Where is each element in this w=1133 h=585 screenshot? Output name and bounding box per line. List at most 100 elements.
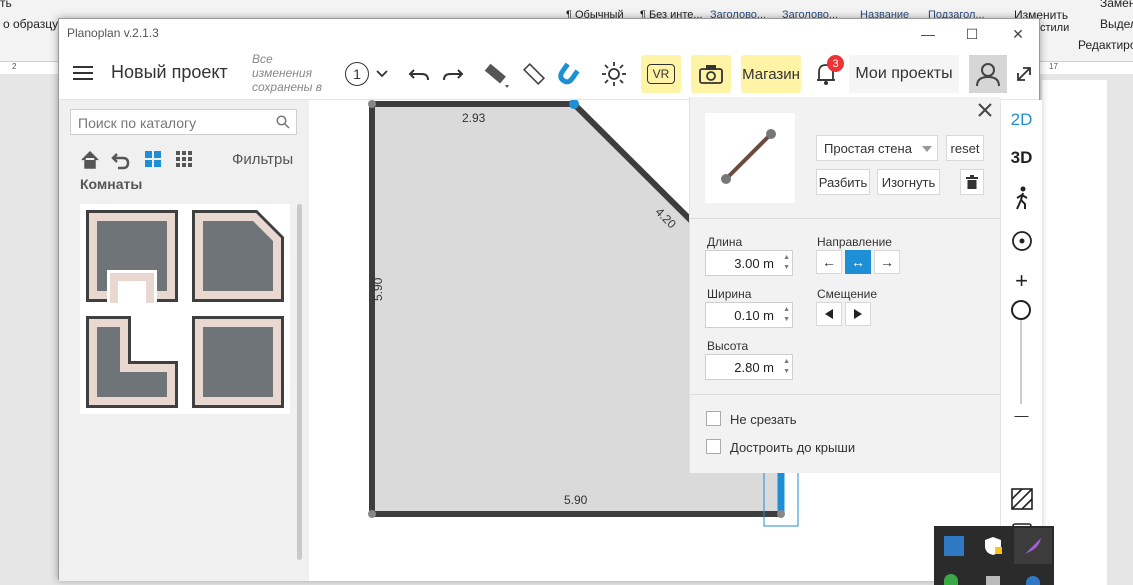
build-to-roof-checkbox[interactable]: [706, 439, 721, 454]
bend-button[interactable]: Изогнуть: [877, 169, 940, 195]
zoom-in-button[interactable]: +: [1001, 268, 1042, 293]
view-2d-button[interactable]: 2D: [1001, 108, 1042, 132]
title-bar: Planoplan v.2.1.3 — ☐ ✕: [59, 19, 1039, 49]
vr-button[interactable]: VR: [641, 55, 681, 93]
tray-icon[interactable]: [986, 576, 1000, 585]
offset-right-button[interactable]: [845, 302, 871, 326]
height-label: Высота: [707, 339, 749, 353]
no-cut-checkbox[interactable]: [706, 411, 721, 426]
zoom-out-button[interactable]: —: [1001, 404, 1042, 426]
background-document-page: [1042, 80, 1107, 585]
save-status: Все изменения сохранены в: [252, 52, 323, 94]
floor-selector[interactable]: 1: [342, 61, 392, 87]
wall-node[interactable]: [777, 510, 785, 518]
home-icon[interactable]: [80, 150, 100, 170]
wall-preview-icon: [721, 129, 776, 184]
magnet-icon[interactable]: [553, 59, 583, 89]
small-grid-icon[interactable]: [176, 151, 193, 168]
ribbon-label: ть: [0, 0, 12, 10]
room-template-square[interactable]: [186, 310, 290, 414]
shield-icon[interactable]: [983, 536, 1003, 556]
ruler-mark: 17: [1049, 62, 1058, 71]
divider: [690, 218, 1001, 219]
split-button[interactable]: Разбить: [816, 169, 870, 195]
ruler-icon[interactable]: [519, 59, 549, 89]
expand-icon[interactable]: [1011, 61, 1037, 87]
center-view-icon[interactable]: [1001, 228, 1042, 254]
window-title: Planoplan v.2.1.3: [67, 26, 159, 40]
dimension-left: 5.90: [371, 277, 385, 301]
camera-button[interactable]: [691, 55, 731, 93]
zoom-handle[interactable]: [1011, 300, 1031, 320]
green-app-icon[interactable]: [944, 574, 958, 585]
triangle-right-icon: [854, 309, 862, 319]
dimension-bottom: 5.90: [564, 493, 588, 507]
wall-node[interactable]: [368, 510, 376, 518]
menu-icon[interactable]: [71, 61, 95, 85]
direction-right-button[interactable]: →: [874, 250, 900, 274]
system-tray-flyout: [934, 526, 1054, 585]
room-template-l-shape[interactable]: [80, 310, 184, 414]
direction-left-button[interactable]: ←: [816, 250, 842, 274]
undo-icon[interactable]: [405, 61, 433, 89]
change-styles-label-2: стили: [1040, 22, 1070, 34]
maximize-button[interactable]: ☐: [961, 23, 983, 45]
delete-button[interactable]: [960, 169, 984, 195]
replace-label[interactable]: Замен: [1100, 0, 1133, 10]
trash-icon: [966, 175, 978, 189]
search-icon[interactable]: [276, 115, 290, 129]
user-icon: [976, 63, 1000, 87]
room-template-cut-corner[interactable]: [186, 204, 290, 308]
project-name[interactable]: Новый проект: [111, 62, 228, 83]
planoplan-window: Planoplan v.2.1.3 — ☐ ✕ Новый проект Все…: [58, 18, 1042, 581]
wall-tool-icon[interactable]: [477, 57, 511, 91]
direction-both-button[interactable]: ↔: [845, 250, 871, 274]
length-label: Длина: [707, 235, 743, 249]
catalog-scrollbar[interactable]: [297, 204, 302, 560]
triangle-left-icon: [825, 309, 833, 319]
sun-icon[interactable]: [599, 59, 629, 89]
zoom-slider[interactable]: [1001, 300, 1042, 410]
network-app-icon[interactable]: [944, 536, 964, 556]
wall-node[interactable]: [368, 100, 376, 108]
walk-mode-icon[interactable]: [1001, 184, 1042, 212]
no-cut-label: Не срезать: [730, 412, 797, 427]
catalog-search-input[interactable]: [71, 110, 280, 136]
offset-left-button[interactable]: [816, 302, 842, 326]
camera-icon: [699, 65, 723, 84]
user-avatar-button[interactable]: [969, 55, 1007, 93]
select-label[interactable]: Выдел: [1100, 17, 1133, 31]
stepper-icon[interactable]: ▲ ▼: [783, 253, 790, 273]
room-template-u-shape[interactable]: [80, 204, 184, 308]
width-label: Ширина: [707, 287, 752, 301]
wall-type-select[interactable]: Простая стена: [816, 135, 938, 161]
height-input[interactable]: 2.80 m ▲ ▼: [705, 354, 793, 380]
close-window-button[interactable]: ✕: [1007, 23, 1029, 45]
floor-plan-toggle-icon[interactable]: [1001, 486, 1042, 512]
divider: [690, 394, 1001, 395]
length-input[interactable]: 3.00 m ▲ ▼: [705, 250, 793, 276]
filters-button[interactable]: Фильтры: [232, 151, 293, 168]
width-input[interactable]: 0.10 m ▲ ▼: [705, 302, 793, 328]
stepper-icon[interactable]: ▲ ▼: [783, 357, 790, 377]
floor-number: 1: [345, 62, 369, 86]
back-icon[interactable]: [111, 150, 131, 170]
ruler-mark: 2: [12, 62, 17, 71]
large-grid-icon[interactable]: [145, 151, 162, 168]
my-projects-button[interactable]: Мои проекты: [849, 55, 959, 93]
format-painter-label: о образцу: [3, 17, 59, 31]
redo-icon[interactable]: [439, 61, 467, 89]
build-to-roof-label: Достроить до крыши: [730, 440, 856, 455]
wall-type-value: Простая стена: [824, 140, 912, 156]
reset-button[interactable]: reset: [946, 135, 984, 161]
tray-icon[interactable]: [1026, 576, 1040, 585]
minimize-button[interactable]: —: [917, 23, 939, 45]
feather-icon[interactable]: [1023, 536, 1043, 556]
chevron-down-icon: [376, 70, 388, 78]
view-3d-button[interactable]: 3D: [1001, 146, 1042, 170]
close-panel-icon[interactable]: [978, 103, 992, 117]
width-value: 0.10 m: [734, 308, 774, 323]
vr-label: VR: [646, 64, 676, 84]
shop-button[interactable]: Магазин: [741, 55, 801, 93]
stepper-icon[interactable]: ▲ ▼: [783, 305, 790, 325]
